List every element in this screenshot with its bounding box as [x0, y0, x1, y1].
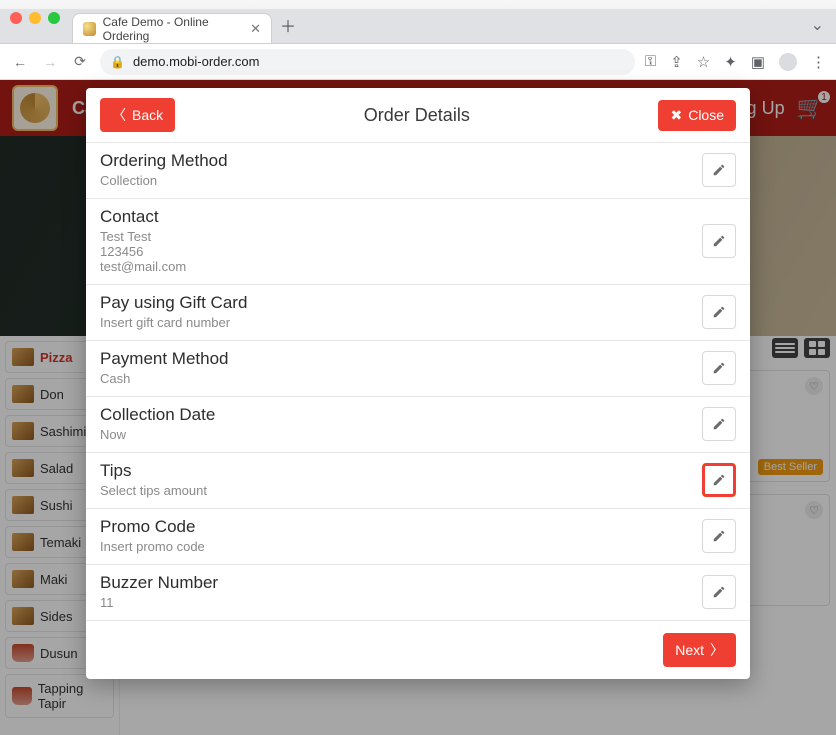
- edit-payment-method-button[interactable]: [702, 351, 736, 385]
- row-title: Pay using Gift Card: [100, 293, 702, 313]
- edit-tips-button[interactable]: [702, 463, 736, 497]
- extensions-icon[interactable]: ✦: [724, 53, 737, 71]
- favicon-icon: [83, 22, 96, 36]
- pencil-icon: [712, 305, 726, 319]
- panel-icon[interactable]: ▣: [751, 53, 765, 71]
- window-controls[interactable]: [10, 12, 60, 24]
- profile-avatar[interactable]: [779, 53, 797, 71]
- edit-ordering-method-button[interactable]: [702, 153, 736, 187]
- row-title: Tips: [100, 461, 702, 481]
- pencil-icon: [712, 473, 726, 487]
- close-window-icon[interactable]: [10, 12, 22, 24]
- address-bar[interactable]: 🔒 demo.mobi-order.com: [100, 49, 635, 75]
- row-payment-method: Payment Method Cash: [86, 340, 750, 396]
- back-button[interactable]: 〈 Back: [100, 98, 175, 132]
- order-details-modal: 〈 Back Order Details ✖ Close Ordering Me…: [86, 88, 750, 679]
- row-tips: Tips Select tips amount: [86, 452, 750, 508]
- address-text: demo.mobi-order.com: [133, 54, 259, 69]
- row-sub: Cash: [100, 371, 702, 386]
- edit-contact-button[interactable]: [702, 224, 736, 258]
- row-gift-card: Pay using Gift Card Insert gift card num…: [86, 284, 750, 340]
- browser-tab[interactable]: Cafe Demo - Online Ordering ✕: [72, 13, 272, 43]
- chevron-right-icon: 〉: [710, 640, 724, 660]
- key-icon[interactable]: ⚿: [645, 53, 656, 70]
- row-title: Ordering Method: [100, 151, 702, 171]
- row-sub: Now: [100, 427, 702, 442]
- nav-back-button[interactable]: ←: [10, 54, 30, 70]
- tab-title: Cafe Demo - Online Ordering: [103, 15, 243, 43]
- edit-gift-card-button[interactable]: [702, 295, 736, 329]
- chevron-left-icon: 〈: [112, 105, 126, 125]
- next-button[interactable]: Next 〉: [663, 633, 736, 667]
- nav-forward-button: →: [40, 54, 60, 70]
- row-sub: Collection: [100, 173, 702, 188]
- tab-close-icon[interactable]: ✕: [250, 21, 261, 37]
- row-collection-date: Collection Date Now: [86, 396, 750, 452]
- row-sub: Select tips amount: [100, 483, 702, 498]
- pencil-icon: [712, 361, 726, 375]
- row-title: Buzzer Number: [100, 573, 702, 593]
- close-button[interactable]: ✖ Close: [658, 100, 736, 131]
- row-promo-code: Promo Code Insert promo code: [86, 508, 750, 564]
- row-sub: Test Test 123456 test@mail.com: [100, 229, 702, 274]
- edit-promo-code-button[interactable]: [702, 519, 736, 553]
- row-title: Collection Date: [100, 405, 702, 425]
- lock-icon: 🔒: [110, 55, 125, 69]
- maximize-window-icon[interactable]: [48, 12, 60, 24]
- minimize-window-icon[interactable]: [29, 12, 41, 24]
- row-sub: Insert promo code: [100, 539, 702, 554]
- kebab-menu-icon[interactable]: ⋮: [811, 53, 826, 71]
- modal-title: Order Details: [175, 105, 658, 126]
- pencil-icon: [712, 163, 726, 177]
- tabs-chevron-icon[interactable]: ⌄: [811, 15, 824, 35]
- pencil-icon: [712, 529, 726, 543]
- edit-collection-date-button[interactable]: [702, 407, 736, 441]
- pencil-icon: [712, 417, 726, 431]
- edit-buzzer-number-button[interactable]: [702, 575, 736, 609]
- new-tab-button[interactable]: ＋: [280, 13, 296, 43]
- share-icon[interactable]: ⇪: [670, 53, 683, 71]
- nav-reload-button[interactable]: ⟳: [70, 53, 90, 70]
- row-ordering-method: Ordering Method Collection: [86, 142, 750, 198]
- star-icon[interactable]: ☆: [697, 53, 710, 71]
- row-title: Promo Code: [100, 517, 702, 537]
- row-sub: 11: [100, 595, 702, 610]
- pencil-icon: [712, 234, 726, 248]
- pencil-icon: [712, 585, 726, 599]
- row-title: Contact: [100, 207, 702, 227]
- row-contact: Contact Test Test 123456 test@mail.com: [86, 198, 750, 284]
- row-title: Payment Method: [100, 349, 702, 369]
- row-sub: Insert gift card number: [100, 315, 702, 330]
- row-buzzer-number: Buzzer Number 11: [86, 564, 750, 620]
- close-icon: ✖: [670, 107, 682, 124]
